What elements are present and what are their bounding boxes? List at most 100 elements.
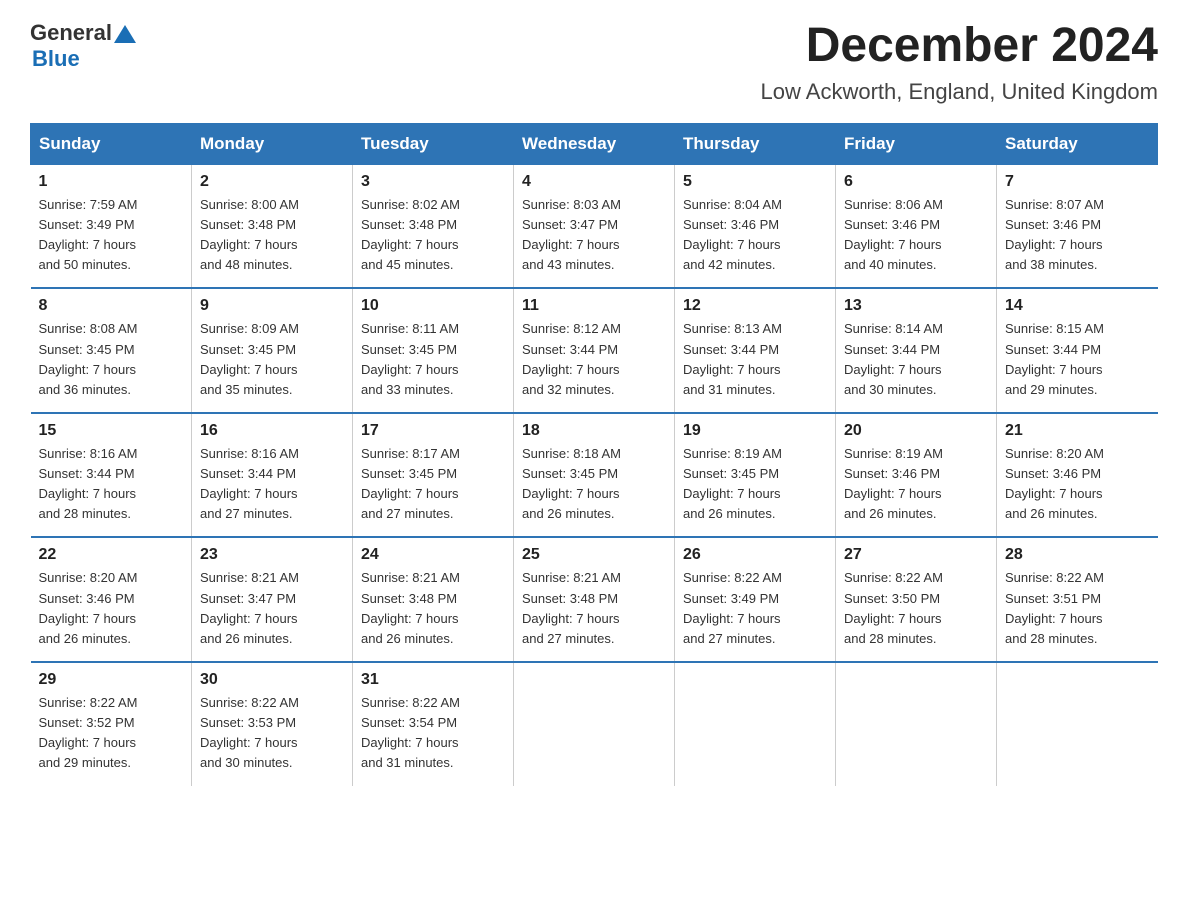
day-info: Sunrise: 8:20 AMSunset: 3:46 PMDaylight:… — [1005, 444, 1150, 525]
day-number: 6 — [844, 173, 988, 191]
day-cell: 2 Sunrise: 8:00 AMSunset: 3:48 PMDaylight… — [192, 164, 353, 288]
day-info: Sunrise: 8:06 AMSunset: 3:46 PMDaylight:… — [844, 195, 988, 276]
day-info: Sunrise: 8:00 AMSunset: 3:48 PMDaylight:… — [200, 195, 344, 276]
day-cell: 7Sunrise: 8:07 AMSunset: 3:46 PMDaylight… — [997, 164, 1158, 288]
header-wednesday: Wednesday — [514, 123, 675, 164]
week-row-2: 8Sunrise: 8:08 AMSunset: 3:45 PMDaylight… — [31, 288, 1158, 413]
day-cell: 21Sunrise: 8:20 AMSunset: 3:46 PMDayligh… — [997, 413, 1158, 538]
day-cell: 16Sunrise: 8:16 AMSunset: 3:44 PMDayligh… — [192, 413, 353, 538]
day-info: Sunrise: 8:19 AMSunset: 3:46 PMDaylight:… — [844, 444, 988, 525]
title-section: December 2024 Low Ackworth, England, Uni… — [761, 20, 1158, 105]
day-cell: 6 Sunrise: 8:06 AMSunset: 3:46 PMDaylight… — [836, 164, 997, 288]
day-number: 23 — [200, 546, 344, 564]
day-cell: 8Sunrise: 8:08 AMSunset: 3:45 PMDaylight… — [31, 288, 192, 413]
day-number: 22 — [39, 546, 184, 564]
header-thursday: Thursday — [675, 123, 836, 164]
logo-triangle-icon — [114, 23, 136, 45]
day-cell: 28Sunrise: 8:22 AMSunset: 3:51 PMDayligh… — [997, 537, 1158, 662]
day-info: Sunrise: 8:16 AMSunset: 3:44 PMDaylight:… — [200, 444, 344, 525]
day-number: 11 — [522, 297, 666, 315]
day-info: Sunrise: 8:22 AMSunset: 3:50 PMDaylight:… — [844, 568, 988, 649]
day-info: Sunrise: 8:22 AMSunset: 3:49 PMDaylight:… — [683, 568, 827, 649]
week-row-3: 15 Sunrise: 8:16 AMSunset: 3:44 PMDayligh… — [31, 413, 1158, 538]
day-info: Sunrise: 8:03 AMSunset: 3:47 PMDaylight:… — [522, 195, 666, 276]
day-number: 18 — [522, 422, 666, 440]
day-cell — [836, 662, 997, 786]
day-cell: 30 Sunrise: 8:22 AMSunset: 3:53 PMDayligh… — [192, 662, 353, 786]
day-cell: 20 Sunrise: 8:19 AMSunset: 3:46 PMDayligh… — [836, 413, 997, 538]
day-info: Sunrise: 8:04 AMSunset: 3:46 PMDaylight:… — [683, 195, 827, 276]
calendar-table: Sunday Monday Tuesday Wednesday Thursday… — [30, 123, 1158, 786]
day-number: 26 — [683, 546, 827, 564]
day-cell: 4 Sunrise: 8:03 AMSunset: 3:47 PMDaylight… — [514, 164, 675, 288]
day-cell: 1Sunrise: 7:59 AMSunset: 3:49 PMDaylight… — [31, 164, 192, 288]
day-number: 13 — [844, 297, 988, 315]
logo-general-text: General — [30, 20, 112, 46]
calendar-subtitle: Low Ackworth, England, United Kingdom — [761, 79, 1158, 105]
day-number: 5 — [683, 173, 827, 191]
day-number: 24 — [361, 546, 505, 564]
day-cell: 5 Sunrise: 8:04 AMSunset: 3:46 PMDaylight… — [675, 164, 836, 288]
day-number: 4 — [522, 173, 666, 191]
day-cell: 10Sunrise: 8:11 AMSunset: 3:45 PMDayligh… — [353, 288, 514, 413]
calendar-title: December 2024 — [761, 20, 1158, 73]
day-number: 29 — [39, 671, 184, 689]
day-number: 2 — [200, 173, 344, 191]
day-cell: 18Sunrise: 8:18 AMSunset: 3:45 PMDayligh… — [514, 413, 675, 538]
day-number: 31 — [361, 671, 505, 689]
day-info: Sunrise: 7:59 AMSunset: 3:49 PMDaylight:… — [39, 195, 184, 276]
day-number: 12 — [683, 297, 827, 315]
header-friday: Friday — [836, 123, 997, 164]
day-info: Sunrise: 8:16 AMSunset: 3:44 PMDaylight:… — [39, 444, 184, 525]
day-info: Sunrise: 8:22 AMSunset: 3:52 PMDaylight:… — [39, 693, 184, 774]
day-number: 20 — [844, 422, 988, 440]
week-row-4: 22Sunrise: 8:20 AMSunset: 3:46 PMDayligh… — [31, 537, 1158, 662]
day-info: Sunrise: 8:02 AMSunset: 3:48 PMDaylight:… — [361, 195, 505, 276]
header-row: Sunday Monday Tuesday Wednesday Thursday… — [31, 123, 1158, 164]
page-header: General Blue December 2024 Low Ackworth,… — [30, 20, 1158, 105]
day-cell: 31 Sunrise: 8:22 AMSunset: 3:54 PMDayligh… — [353, 662, 514, 786]
day-cell: 14 Sunrise: 8:15 AMSunset: 3:44 PMDayligh… — [997, 288, 1158, 413]
day-info: Sunrise: 8:21 AMSunset: 3:48 PMDaylight:… — [522, 568, 666, 649]
day-info: Sunrise: 8:09 AMSunset: 3:45 PMDaylight:… — [200, 319, 344, 400]
day-cell: 24Sunrise: 8:21 AMSunset: 3:48 PMDayligh… — [353, 537, 514, 662]
day-info: Sunrise: 8:08 AMSunset: 3:45 PMDaylight:… — [39, 319, 184, 400]
day-cell: 3 Sunrise: 8:02 AMSunset: 3:48 PMDaylight… — [353, 164, 514, 288]
day-number: 15 — [39, 422, 184, 440]
day-info: Sunrise: 8:21 AMSunset: 3:47 PMDaylight:… — [200, 568, 344, 649]
day-number: 14 — [1005, 297, 1150, 315]
day-cell — [997, 662, 1158, 786]
day-cell: 27 Sunrise: 8:22 AMSunset: 3:50 PMDayligh… — [836, 537, 997, 662]
day-number: 7 — [1005, 173, 1150, 191]
day-info: Sunrise: 8:15 AMSunset: 3:44 PMDaylight:… — [1005, 319, 1150, 400]
day-number: 30 — [200, 671, 344, 689]
day-info: Sunrise: 8:13 AMSunset: 3:44 PMDaylight:… — [683, 319, 827, 400]
day-cell: 22Sunrise: 8:20 AMSunset: 3:46 PMDayligh… — [31, 537, 192, 662]
calendar-body: 1Sunrise: 7:59 AMSunset: 3:49 PMDaylight… — [31, 164, 1158, 785]
day-cell — [514, 662, 675, 786]
day-number: 3 — [361, 173, 505, 191]
day-cell: 15 Sunrise: 8:16 AMSunset: 3:44 PMDayligh… — [31, 413, 192, 538]
day-info: Sunrise: 8:12 AMSunset: 3:44 PMDaylight:… — [522, 319, 666, 400]
day-cell: 17Sunrise: 8:17 AMSunset: 3:45 PMDayligh… — [353, 413, 514, 538]
day-cell: 29 Sunrise: 8:22 AMSunset: 3:52 PMDayligh… — [31, 662, 192, 786]
header-tuesday: Tuesday — [353, 123, 514, 164]
day-number: 17 — [361, 422, 505, 440]
header-monday: Monday — [192, 123, 353, 164]
day-cell: 11 Sunrise: 8:12 AMSunset: 3:44 PMDayligh… — [514, 288, 675, 413]
day-cell: 26 Sunrise: 8:22 AMSunset: 3:49 PMDayligh… — [675, 537, 836, 662]
day-number: 9 — [200, 297, 344, 315]
day-number: 27 — [844, 546, 988, 564]
day-info: Sunrise: 8:22 AMSunset: 3:54 PMDaylight:… — [361, 693, 505, 774]
week-row-5: 29 Sunrise: 8:22 AMSunset: 3:52 PMDayligh… — [31, 662, 1158, 786]
day-cell: 23 Sunrise: 8:21 AMSunset: 3:47 PMDayligh… — [192, 537, 353, 662]
week-row-1: 1Sunrise: 7:59 AMSunset: 3:49 PMDaylight… — [31, 164, 1158, 288]
day-info: Sunrise: 8:14 AMSunset: 3:44 PMDaylight:… — [844, 319, 988, 400]
header-sunday: Sunday — [31, 123, 192, 164]
day-info: Sunrise: 8:11 AMSunset: 3:45 PMDaylight:… — [361, 319, 505, 400]
calendar-header: Sunday Monday Tuesday Wednesday Thursday… — [31, 123, 1158, 164]
day-cell: 12 Sunrise: 8:13 AMSunset: 3:44 PMDayligh… — [675, 288, 836, 413]
logo: General Blue — [30, 20, 136, 72]
day-cell: 19Sunrise: 8:19 AMSunset: 3:45 PMDayligh… — [675, 413, 836, 538]
day-info: Sunrise: 8:22 AMSunset: 3:53 PMDaylight:… — [200, 693, 344, 774]
